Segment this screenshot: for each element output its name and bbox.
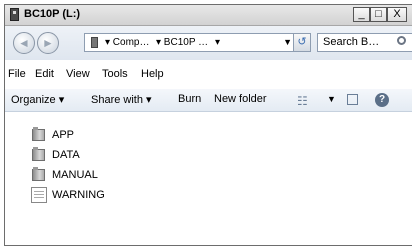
- maximize-button[interactable]: □: [370, 7, 387, 22]
- item-name: DATA: [52, 149, 80, 161]
- breadcrumb[interactable]: ▾ Comp… ▾ BC10P … ▾ ▼: [84, 33, 297, 52]
- burn-button[interactable]: Burn: [178, 93, 201, 105]
- organize-button[interactable]: Organize ▾: [11, 93, 64, 106]
- menu-tools[interactable]: Tools: [102, 68, 128, 80]
- breadcrumb-more[interactable]: ▾: [215, 37, 220, 48]
- computer-icon: [91, 37, 98, 48]
- minimize-button[interactable]: _: [353, 7, 370, 22]
- folder-icon: [32, 147, 45, 161]
- menu-help[interactable]: Help: [141, 68, 164, 80]
- menu-view[interactable]: View: [66, 68, 90, 80]
- item-name: APP: [52, 129, 75, 141]
- help-icon[interactable]: ?: [375, 93, 389, 107]
- back-button[interactable]: ◄: [13, 32, 35, 54]
- view-options-icon[interactable]: ☷: [297, 94, 308, 108]
- title-bar: BC10P (L:) _ □ X: [5, 5, 412, 26]
- drive-icon: [10, 8, 19, 21]
- close-button[interactable]: X: [387, 7, 407, 22]
- search-icon[interactable]: [397, 36, 406, 45]
- preview-pane-icon[interactable]: [347, 94, 358, 105]
- item-name: MANUAL: [52, 169, 98, 181]
- new-folder-button[interactable]: New folder: [214, 93, 267, 105]
- forward-button[interactable]: ►: [37, 32, 59, 54]
- address-dropdown-icon[interactable]: ▼: [283, 37, 292, 47]
- file-list: APP DATA MANUAL WARNING: [5, 112, 412, 245]
- menu-bar: File Edit View Tools Help: [5, 67, 412, 83]
- folder-icon: [32, 167, 45, 181]
- view-dropdown-icon[interactable]: ▼: [327, 94, 336, 104]
- window-title: BC10P (L:): [24, 8, 81, 20]
- menu-file[interactable]: File: [8, 68, 26, 80]
- folder-icon: [32, 127, 45, 141]
- breadcrumb-drive[interactable]: ▾ BC10P …: [156, 37, 208, 48]
- address-bar: ◄ ► ▾ Comp… ▾ BC10P … ▾ ▼ ↺ Search B…: [5, 26, 412, 60]
- menu-edit[interactable]: Edit: [35, 68, 54, 80]
- refresh-icon[interactable]: ↺: [293, 33, 311, 52]
- explorer-window: BC10P (L:) _ □ X ◄ ► ▾ Comp… ▾ BC10P … ▾…: [4, 4, 412, 246]
- breadcrumb-computer[interactable]: ▾ Comp…: [105, 37, 149, 48]
- text-file-icon: [31, 187, 47, 203]
- share-with-button[interactable]: Share with ▾: [91, 93, 152, 106]
- command-bar: Organize ▾ Share with ▾ Burn New folder …: [5, 89, 412, 112]
- item-name: WARNING: [52, 189, 105, 201]
